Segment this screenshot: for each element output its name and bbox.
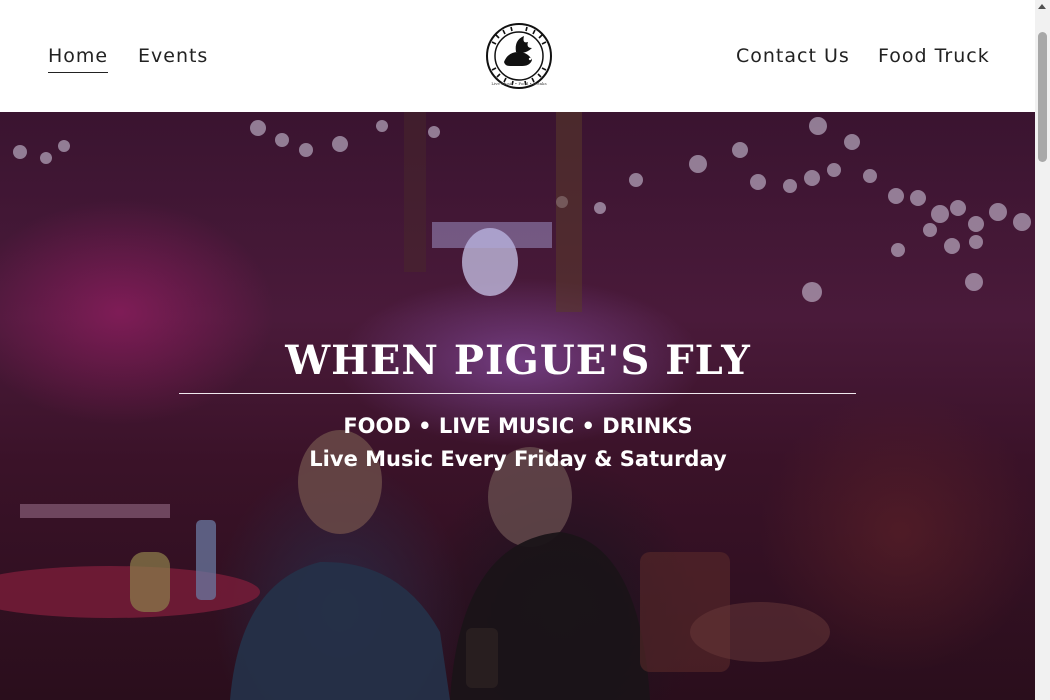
hero-subtitle: FOOD • LIVE MUSIC • DRINKS: [343, 414, 693, 438]
hero-banner: WHEN PIGUE'S FLY FOOD • LIVE MUSIC • DRI…: [0, 112, 1035, 700]
nav-contact-us-link[interactable]: Contact Us: [736, 44, 850, 68]
logo-tagline: Live Music • Food • Drinks: [491, 81, 547, 86]
hero-background-image: [0, 112, 1031, 700]
scrollbar-thumb[interactable]: [1038, 32, 1047, 162]
page-scrollbar[interactable]: [1035, 0, 1050, 700]
hero-tagline: Live Music Every Friday & Saturday: [309, 447, 727, 471]
scroll-up-arrow-icon[interactable]: [1038, 4, 1046, 9]
nav-events-link[interactable]: Events: [138, 44, 208, 68]
hero-title: WHEN PIGUE'S FLY: [285, 337, 751, 384]
nav-food-truck-link[interactable]: Food Truck: [878, 44, 990, 68]
site-header: Home Events Live Music • Food • Drinks C…: [0, 0, 1035, 112]
hero-divider: [179, 393, 856, 394]
nav-home-link[interactable]: Home: [48, 44, 109, 73]
